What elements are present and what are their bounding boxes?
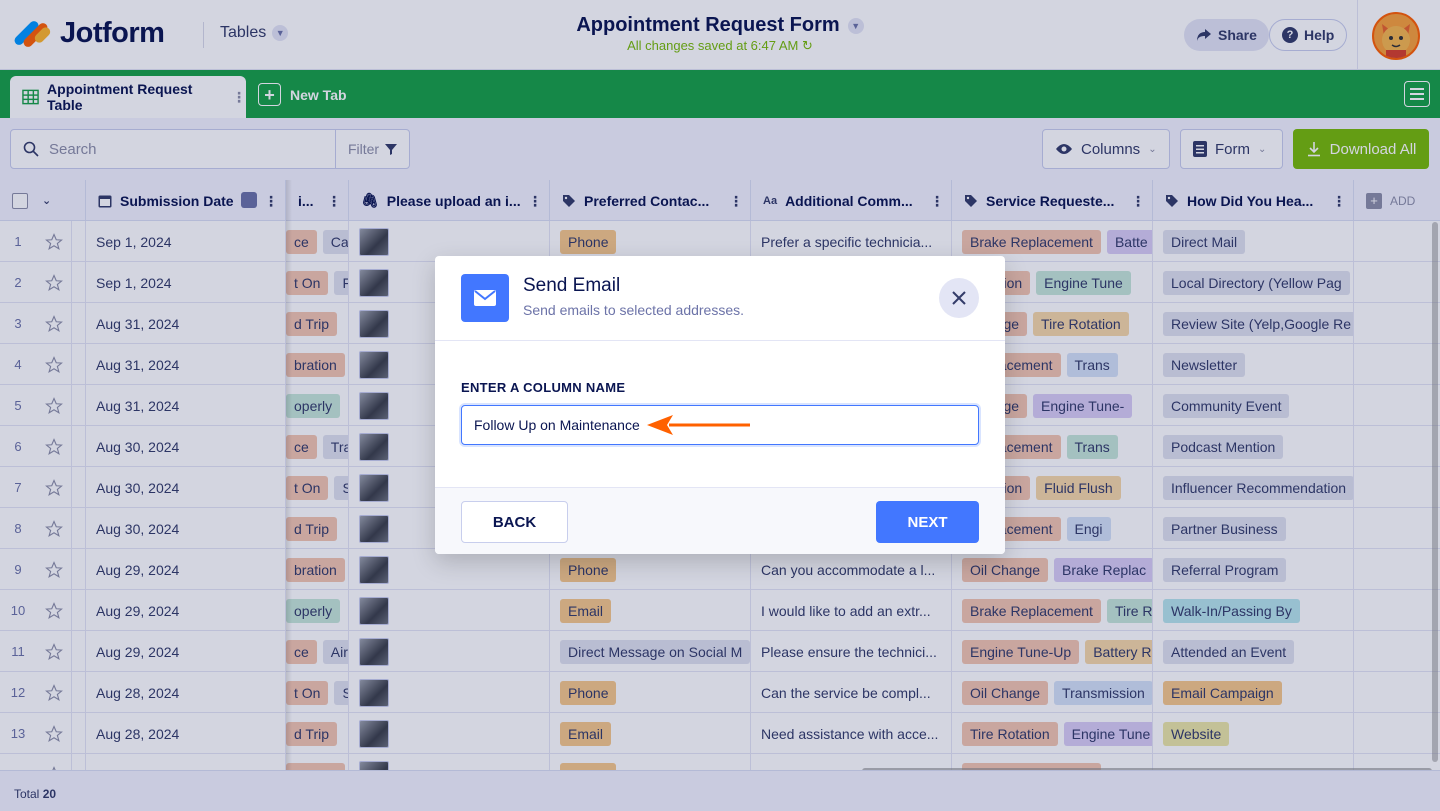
- close-button[interactable]: [939, 278, 979, 318]
- column-name-label: ENTER A COLUMN NAME: [461, 380, 626, 395]
- back-button[interactable]: BACK: [461, 501, 568, 543]
- modal-title: Send Email: [523, 275, 621, 296]
- modal-header: Send Email Send emails to selected addre…: [435, 256, 1005, 341]
- next-button[interactable]: NEXT: [876, 501, 979, 543]
- modal-subtitle: Send emails to selected addresses.: [523, 302, 745, 318]
- close-icon: [952, 291, 966, 305]
- envelope-icon: [461, 274, 509, 322]
- send-email-modal: Send Email Send emails to selected addre…: [435, 256, 1005, 554]
- modal-footer: BACK NEXT: [435, 487, 1005, 554]
- annotation-arrow-icon: [647, 415, 750, 435]
